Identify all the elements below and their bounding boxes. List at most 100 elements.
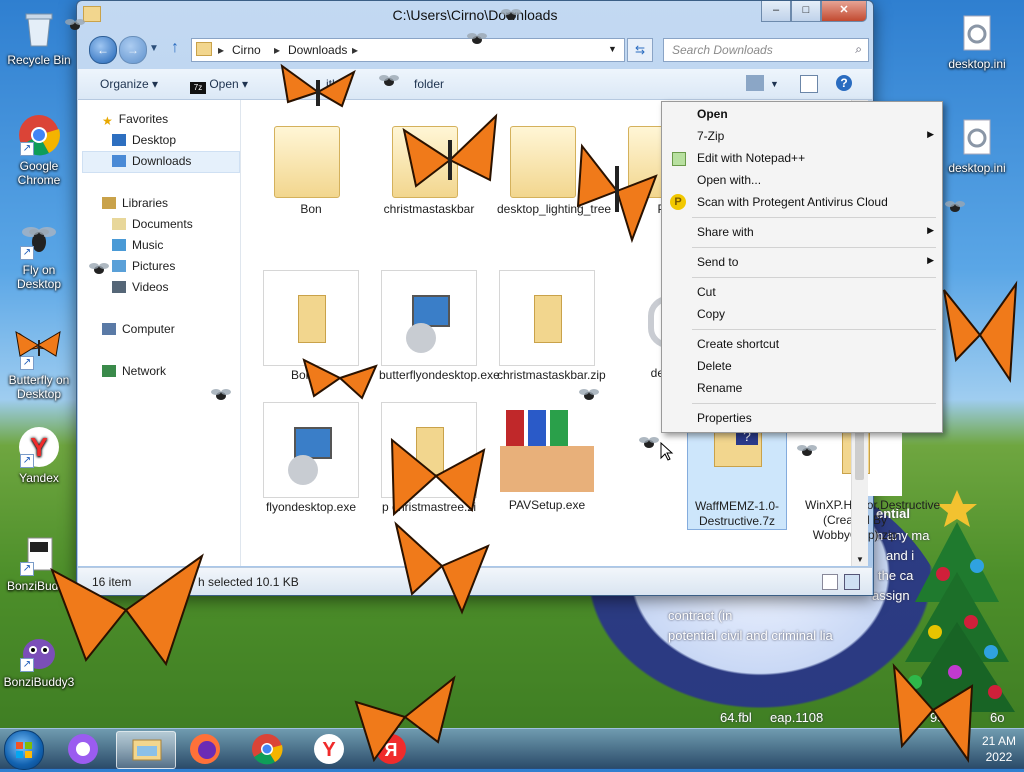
fly-icon [467, 33, 487, 44]
windows-logo-icon [16, 742, 32, 758]
butterfly-icon [50, 553, 204, 667]
nav-label: Computer [122, 322, 175, 336]
libraries-icon [102, 197, 116, 209]
maximize-button[interactable]: □ [791, 1, 821, 22]
menu-item-share-with[interactable]: Share with ▶ [662, 222, 942, 242]
menu-separator [692, 277, 936, 278]
menu-item-send-to[interactable]: Send to ▶ [662, 252, 942, 272]
recent-pages-dropdown-icon[interactable]: ▼ [149, 43, 159, 54]
menu-item-cut[interactable]: Cut [662, 282, 942, 302]
menu-item-open-with[interactable]: Open with... [662, 170, 942, 190]
menu-label: Edit with Notepad++ [697, 151, 806, 165]
nav-documents[interactable]: Documents [112, 217, 193, 231]
help-icon[interactable]: ? [836, 75, 852, 91]
documents-icon [112, 218, 126, 230]
large-icons-view-icon[interactable] [844, 574, 860, 590]
menu-item-delete[interactable]: Delete [662, 356, 942, 376]
menu-item-scan-protegent[interactable]: P Scan with Protegent Antivirus Cloud [662, 192, 942, 212]
close-button[interactable]: ✕ [821, 1, 867, 22]
menu-label: Share with [697, 225, 754, 239]
minimize-button[interactable]: – [761, 1, 791, 22]
menu-item-edit-notepad[interactable]: Edit with Notepad++ [662, 148, 942, 168]
computer-icon [102, 323, 116, 335]
package-box-icon [500, 402, 594, 496]
breadcrumb-separator-icon: ▸ [218, 43, 225, 57]
file-name: christmastaskbar.zip [497, 368, 606, 382]
nav-pictures[interactable]: Pictures [112, 259, 175, 273]
address-bar[interactable]: ▸ Cirno ▸ Downloads ▸ ▼ [191, 38, 625, 62]
shortcut-arrow-icon: ↗ [20, 246, 34, 260]
context-menu: Open 7-Zip ▶ Edit with Notepad++ Open wit… [661, 101, 943, 433]
submenu-arrow-icon: ▶ [927, 225, 934, 235]
file-item[interactable]: butterflyondesktop.exe [379, 270, 500, 383]
up-arrow-icon[interactable]: ↑ [171, 39, 179, 57]
desktop-icon-google-chrome[interactable]: ↗ Google Chrome [2, 114, 76, 187]
system-clock[interactable]: 21 AM 2022 [982, 733, 1016, 765]
taskbar-explorer-button[interactable] [116, 731, 176, 769]
menu-item-create-shortcut[interactable]: Create shortcut [662, 334, 942, 354]
installer-icon [381, 270, 477, 366]
file-item[interactable]: Bon [261, 106, 361, 217]
wallpaper-text: eap.1108 [770, 710, 824, 725]
change-view-icon[interactable] [746, 75, 764, 91]
refresh-button[interactable]: ⇆ [627, 38, 653, 62]
nav-music[interactable]: Music [112, 238, 163, 252]
desktop-icon-desktop-ini[interactable]: desktop.ini [940, 12, 1014, 71]
videos-icon [112, 281, 126, 293]
address-dropdown-icon[interactable]: ▼ [608, 44, 617, 54]
nav-downloads[interactable]: Downloads [112, 154, 191, 168]
breadcrumb-cirno[interactable]: Cirno [232, 43, 261, 57]
open-button[interactable]: 7z Open ▾ [190, 77, 248, 94]
organize-button[interactable]: Organize ▾ [100, 77, 158, 91]
mouse-cursor-icon [660, 442, 674, 461]
search-box[interactable]: Search Downloads ⌕ [663, 38, 869, 62]
menu-item-open[interactable]: Open [662, 104, 942, 124]
menu-item-properties[interactable]: Properties [662, 408, 942, 428]
back-button[interactable]: ← [89, 36, 117, 64]
menu-label: Scan with Protegent Antivirus Cloud [697, 195, 888, 209]
recycle-bin-icon [18, 8, 60, 50]
menu-item-rename[interactable]: Rename [662, 378, 942, 398]
desktop-icon-yandex[interactable]: Y ↗ Yandex [2, 426, 76, 485]
taskbar-chrome-button[interactable] [238, 731, 296, 767]
breadcrumb-separator-icon: ▸ [352, 43, 359, 57]
menu-label: Open with... [697, 173, 762, 187]
menu-item-7zip[interactable]: 7-Zip ▶ [662, 126, 942, 146]
search-icon: ⌕ [855, 42, 862, 56]
fly-icon [501, 9, 521, 20]
scroll-down-arrow-icon[interactable]: ▼ [856, 555, 864, 564]
desktop-icon-desktop-ini[interactable]: desktop.ini [940, 116, 1014, 175]
menu-item-copy[interactable]: Copy [662, 304, 942, 324]
desktop-icon-recycle-bin[interactable]: Recycle Bin [2, 8, 76, 67]
butterfly-icon [576, 143, 658, 244]
nav-libraries[interactable]: Libraries [102, 196, 168, 210]
view-dropdown-icon[interactable]: ▼ [770, 79, 779, 89]
shortcut-arrow-icon: ↗ [20, 454, 34, 468]
desktop-icon-label: Google Chrome [17, 159, 61, 187]
nav-network[interactable]: Network [102, 364, 166, 378]
nav-videos[interactable]: Videos [112, 280, 168, 294]
nav-label: Favorites [118, 112, 169, 126]
star-icon: ★ [102, 114, 113, 128]
desktop-icon-label: Yandex [19, 471, 59, 485]
nav-desktop[interactable]: Desktop [112, 133, 176, 147]
zip-file-icon [263, 270, 359, 366]
details-view-icon[interactable] [822, 574, 838, 590]
nav-label: Downloads [132, 154, 192, 168]
navigation-pane: ★ Favorites Desktop Downloads Libraries D… [78, 100, 241, 566]
forward-button[interactable]: → [119, 36, 147, 64]
pictures-icon [112, 260, 126, 272]
new-folder-button[interactable]: folder [414, 77, 444, 91]
nav-favorites[interactable]: ★ Favorites [102, 112, 169, 128]
start-button[interactable] [4, 730, 44, 770]
breadcrumb-downloads[interactable]: Downloads [288, 43, 347, 57]
taskbar-firefox-button[interactable] [176, 731, 234, 767]
file-item[interactable]: christmastaskbar.zip [497, 270, 606, 383]
shortcut-arrow-icon: ↗ [20, 562, 34, 576]
file-item[interactable]: PAVSetup.exe [497, 402, 597, 513]
fly-icon [639, 437, 659, 448]
nav-computer[interactable]: Computer [102, 322, 175, 336]
preview-pane-icon[interactable] [800, 75, 818, 93]
taskbar-alice-button[interactable] [54, 731, 112, 767]
file-item[interactable]: flyondesktop.exe [261, 402, 361, 515]
